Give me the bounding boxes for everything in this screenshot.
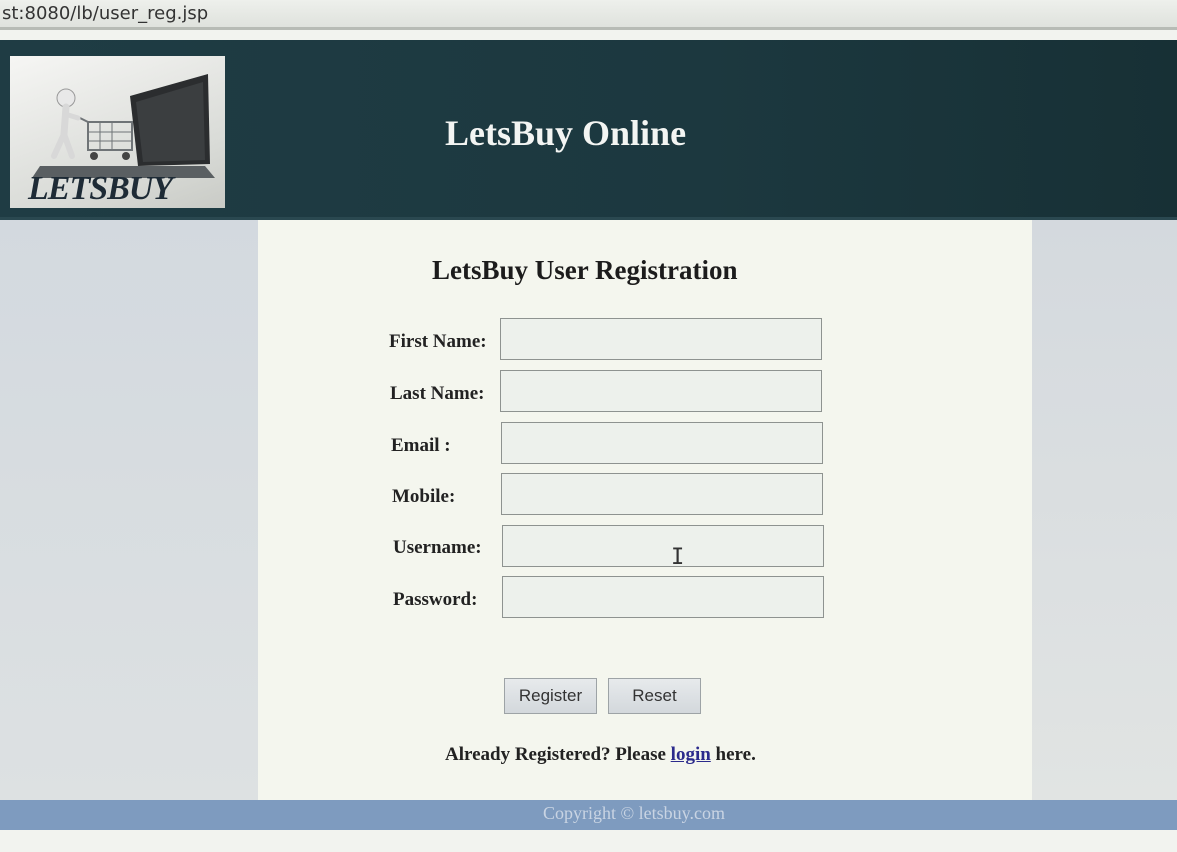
copyright-text: Copyright © letsbuy.com (543, 803, 725, 823)
password-input[interactable] (502, 576, 824, 618)
bottom-strip (0, 830, 1177, 852)
username-label: Username: (393, 537, 482, 558)
left-margin (0, 220, 258, 800)
already-prefix: Already Registered? Please (445, 744, 666, 765)
login-link[interactable]: login (671, 744, 711, 765)
email-input[interactable] (501, 422, 823, 464)
register-button[interactable]: Register (504, 678, 597, 714)
username-input[interactable] (502, 525, 824, 567)
email-label: Email : (391, 435, 451, 456)
reset-button[interactable]: Reset (608, 678, 701, 714)
mobile-input[interactable] (501, 473, 823, 515)
site-logo[interactable]: LETSBUY (10, 56, 225, 208)
already-registered-text: Already Registered? Please login here. (445, 744, 756, 766)
already-suffix: here. (715, 744, 756, 765)
password-label: Password: (393, 589, 478, 610)
site-title: LetsBuy Online (445, 113, 687, 153)
page-top-gap (0, 30, 1177, 40)
address-url[interactable]: st:8080/lb/user_reg.jsp (2, 3, 208, 24)
right-margin (1032, 220, 1177, 800)
last-name-label: Last Name: (390, 383, 485, 404)
form-title: LetsBuy User Registration (432, 255, 738, 285)
mobile-label: Mobile: (392, 486, 456, 507)
first-name-label: First Name: (389, 331, 487, 352)
browser-address-bar[interactable]: st:8080/lb/user_reg.jsp (0, 0, 1177, 30)
last-name-input[interactable] (500, 370, 822, 412)
site-header: LETSBUY LetsBuy Online (0, 40, 1177, 220)
logo-text: LETSBUY (28, 170, 173, 207)
first-name-input[interactable] (500, 318, 822, 360)
text-cursor-icon: I (671, 545, 685, 570)
